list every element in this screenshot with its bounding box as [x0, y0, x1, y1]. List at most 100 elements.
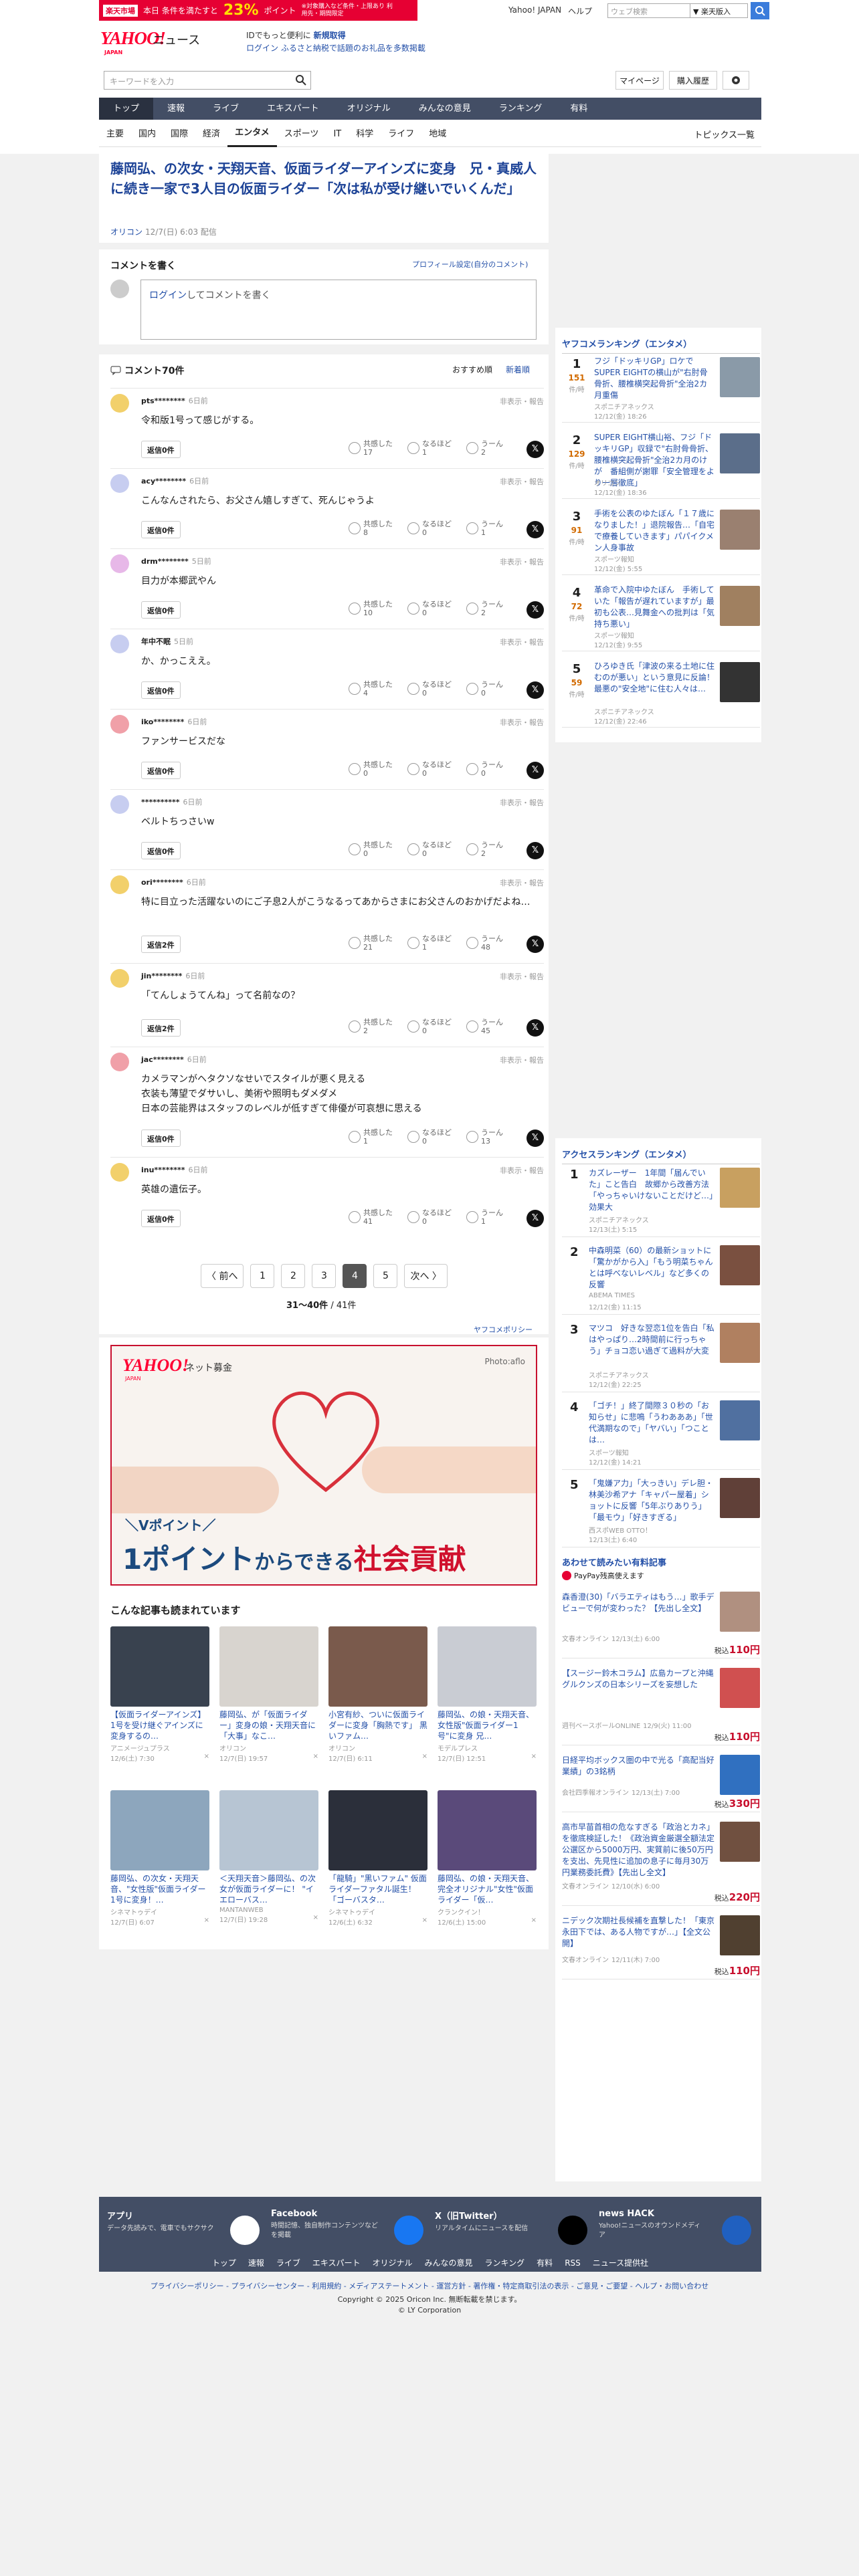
report-button[interactable]: 非表示・報告 [500, 476, 544, 487]
news-wordmark[interactable]: ニュース [153, 31, 200, 48]
access-ranking-item[interactable]: 2 中森明菜（60）の最新ショットに「驚かがから入」「もう明菜ちゃんとは呼べないレ… [562, 1243, 760, 1315]
rank-thumbnail[interactable] [720, 433, 760, 473]
report-button[interactable]: 非表示・報告 [500, 1165, 544, 1176]
nav-original[interactable]: オリジナル [333, 98, 405, 120]
close-icon[interactable]: × [531, 1917, 537, 1927]
comment-author-name[interactable]: 年中不眠 [141, 637, 171, 646]
cat-science[interactable]: 科学 [349, 122, 381, 146]
related-title[interactable]: 「龍騎」"黒いファム" 仮面ライダーファタル誕生！「ゴーバスタ… [328, 1873, 427, 1905]
cat-world[interactable]: 国際 [163, 122, 195, 146]
furusato-link[interactable]: ふるさと納税で話題のお礼品を多数掲載 [281, 43, 425, 53]
nice-button[interactable]: なるほど 0 [407, 760, 452, 778]
x-icon[interactable] [558, 2216, 587, 2245]
rank-title[interactable]: 手術を公表のゆたぼん「１７歳になりました！」退院報告…「自宅で療養していきます」… [594, 508, 714, 554]
comment-author-name[interactable]: iko******** [141, 718, 184, 726]
comment-author-name[interactable]: pts******** [141, 397, 185, 405]
footer-nav-item[interactable]: RSS [565, 2255, 581, 2272]
comment-author[interactable]: jin******** 6日前 [141, 970, 205, 981]
ranking-item[interactable]: 3 91 件/時 手術を公表のゆたぼん「１７歳になりました！」退院報告…「自宅で療養し… [562, 506, 760, 575]
nav-expert[interactable]: エキスパート [253, 98, 333, 120]
footer-nav-item[interactable]: オリジナル [373, 2255, 413, 2272]
access-ranking-item[interactable]: 4 「ゴチ！」終了間際３０秒の「お知らせ」に悲鳴「うわあああ」「世代満期なので」「… [562, 1398, 760, 1470]
paid-title[interactable]: 【スージー鈴木コラム】広島カープと沖縄グルクンズの日本シリーズを妄想した [562, 1668, 714, 1691]
avatar[interactable] [110, 554, 129, 573]
footer-nav-item[interactable]: トップ [212, 2255, 236, 2272]
avatar[interactable] [110, 1163, 129, 1182]
comment-author[interactable]: jac******** 6日前 [141, 1054, 207, 1065]
nav-opinion[interactable]: みんなの意見 [405, 98, 485, 120]
nice-button[interactable]: なるほど 0 [407, 520, 452, 537]
comment-author[interactable]: ********** 6日前 [141, 796, 203, 807]
nice-button[interactable]: なるほど 1 [407, 439, 452, 457]
rank-thumbnail[interactable] [720, 1323, 760, 1363]
nice-button[interactable]: なるほど 0 [407, 1128, 452, 1146]
agree-button[interactable]: 共感した 0 [349, 760, 393, 778]
prev-page-button[interactable]: 〈 前へ [201, 1264, 244, 1288]
hmm-button[interactable]: うーん 2 [466, 600, 503, 617]
agree-button[interactable]: 共感した 0 [349, 841, 393, 858]
rank-title[interactable]: 「ゴチ！」終了間際３０秒の「お知らせ」に悲鳴「うわあああ」「世代満期なので」「ヤ… [589, 1400, 716, 1446]
agree-button[interactable]: 共感した 21 [349, 934, 393, 952]
avatar[interactable] [110, 394, 129, 413]
rank-thumbnail[interactable] [720, 662, 760, 702]
mypage-button[interactable]: マイページ [615, 71, 664, 90]
report-button[interactable]: 非表示・報告 [500, 1055, 544, 1065]
agree-button[interactable]: 共感した 8 [349, 520, 393, 537]
ranking-item[interactable]: 1 151 件/時 フジ「ドッキリGP」ロケでSUPER EIGHTの横山が"右肘骨骨… [562, 353, 760, 423]
x-share-icon[interactable]: 𝕏 [527, 521, 544, 538]
page-5[interactable]: 5 [373, 1264, 398, 1288]
comment-author-name[interactable]: inu******** [141, 1166, 185, 1174]
comment-author-name[interactable]: jin******** [141, 972, 182, 980]
cat-it[interactable]: IT [326, 122, 349, 146]
rank-thumbnail[interactable] [720, 586, 760, 626]
close-icon[interactable]: × [204, 1917, 209, 1927]
footer-block[interactable]: Facebook 時間記憶、独自制作コンテンツなどを掲載 [271, 2209, 432, 2256]
comment-author[interactable]: iko******** 6日前 [141, 716, 207, 727]
x-share-icon[interactable]: 𝕏 [527, 1210, 544, 1227]
reply-toggle-button[interactable]: 返信0件 [141, 601, 181, 619]
related-title[interactable]: 藤岡弘、の次女・天翔天音、"女性版"仮面ライダー1号に変身！… [110, 1873, 209, 1905]
signup-link[interactable]: 新規取得 [314, 31, 346, 40]
reply-toggle-button[interactable]: 返信2件 [141, 1019, 181, 1037]
related-article[interactable]: 藤岡弘、の娘・天翔天音、女性版"仮面ライダー1号"に変身 兄… モデルプレス 12/… [438, 1626, 537, 1763]
paid-article[interactable]: 日経平均ボックス圏の中で光る「高配当好業績」の3銘柄 会社四季報オンライン 12/1… [562, 1752, 760, 1812]
related-title[interactable]: 【仮面ライダーアインズ】1号を受け継ぐアインズに変身するの… [110, 1709, 209, 1741]
close-icon[interactable]: × [422, 1917, 427, 1927]
x-share-icon[interactable]: 𝕏 [527, 601, 544, 619]
rank-thumbnail[interactable] [720, 1400, 760, 1440]
paid-thumbnail[interactable] [720, 1592, 760, 1632]
hmm-button[interactable]: うーん 0 [466, 680, 503, 697]
footer-block[interactable]: アプリ データ先読みで、電車でもサクサク [107, 2209, 268, 2256]
hmm-button[interactable]: うーん 0 [466, 760, 503, 778]
hmm-button[interactable]: うーん 1 [466, 1208, 503, 1226]
paid-title[interactable]: 森香澄(30)「バラエティはもう…」歌手デビューで何が変わった？【先出し全文】 [562, 1592, 714, 1614]
access-ranking-item[interactable]: 5 「鬼嫌ア力」「大っきい」デレ胆・林美沙希アナ「キャパー屋着」ショットに反響「5… [562, 1475, 760, 1547]
related-article[interactable]: 藤岡弘、の次女・天翔天音、"女性版"仮面ライダー1号に変身！… シネマトゥデイ 12… [110, 1790, 209, 1927]
x-share-icon[interactable]: 𝕏 [527, 936, 544, 953]
reply-toggle-button[interactable]: 返信0件 [141, 441, 181, 458]
agree-button[interactable]: 共感した 41 [349, 1208, 393, 1226]
cat-local[interactable]: 地域 [421, 122, 454, 146]
web-search-option[interactable]: ▼ 楽天版入 [690, 3, 748, 18]
hmm-button[interactable]: うーん 2 [466, 439, 503, 457]
agree-button[interactable]: 共感した 1 [349, 1128, 393, 1146]
related-article[interactable]: 藤岡弘、の娘・天翔天音、完全オリジナル"女性"仮面ライダー「仮… クランクイン！ 1… [438, 1790, 537, 1927]
web-search-input[interactable]: ウェブ検索 [607, 3, 690, 18]
related-thumbnail[interactable] [110, 1626, 209, 1707]
comment-author[interactable]: inu******** 6日前 [141, 1164, 207, 1175]
nice-button[interactable]: なるほど 0 [407, 1018, 452, 1035]
close-icon[interactable]: × [531, 1753, 537, 1763]
paid-title[interactable]: 高市早苗首相の危なすぎる「政治とカネ」を徹底検証した！《政治資金厳選全額法定公選… [562, 1822, 714, 1879]
close-icon[interactable]: × [422, 1753, 427, 1763]
related-thumbnail[interactable] [219, 1626, 318, 1707]
close-icon[interactable]: × [313, 1753, 318, 1763]
hmm-button[interactable]: うーん 13 [466, 1128, 503, 1146]
footer-nav-item[interactable]: ニュース提供社 [593, 2255, 648, 2272]
avatar[interactable] [110, 474, 129, 493]
paid-thumbnail[interactable] [720, 1755, 760, 1795]
x-share-icon[interactable]: 𝕏 [527, 1130, 544, 1147]
hmm-button[interactable]: うーん 2 [466, 841, 503, 858]
rank-title[interactable]: 革命で入院中ゆたぼん 手術していた「報告が遅れていますが」最初も公表…見舞金への… [594, 584, 714, 630]
report-button[interactable]: 非表示・報告 [500, 797, 544, 808]
rank-thumbnail[interactable] [720, 1168, 760, 1208]
